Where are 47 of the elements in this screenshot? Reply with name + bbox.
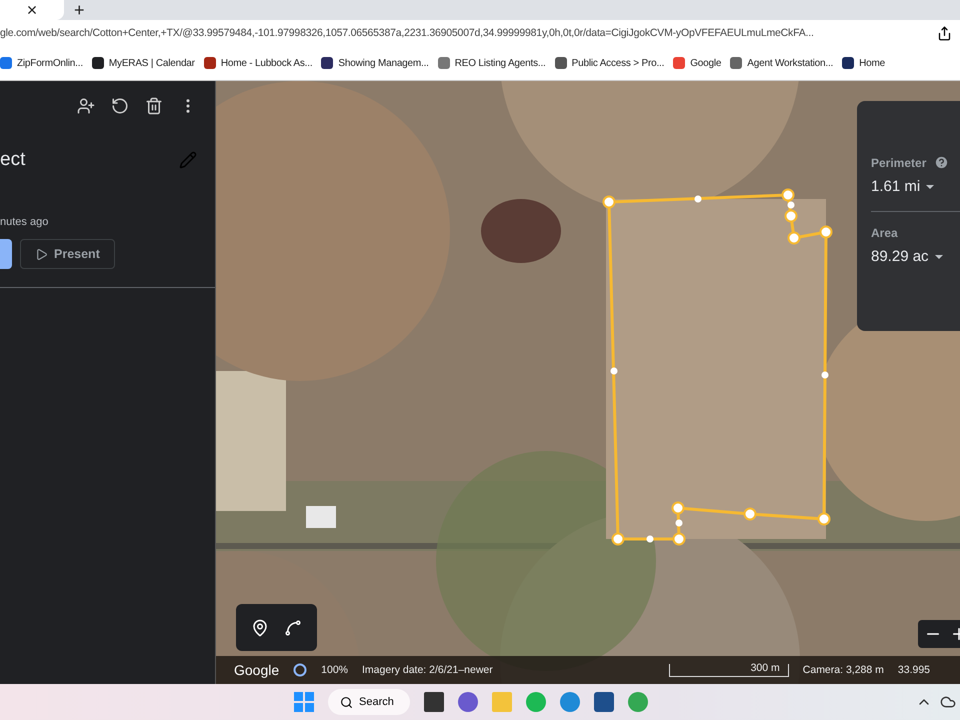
help-icon[interactable] (934, 155, 950, 170)
bookmark-link[interactable]: Home (842, 57, 885, 69)
bookmark-favicon-icon (438, 57, 450, 69)
path-line-icon[interactable] (284, 618, 302, 636)
bookmark-favicon-icon (0, 57, 12, 69)
perimeter-label: Perimeter (871, 156, 926, 170)
bookmark-favicon-icon (730, 57, 742, 69)
opacity-text: 100% (321, 664, 348, 676)
close-tab-button[interactable]: × (26, 0, 38, 20)
bookmark-favicon-icon (321, 57, 334, 69)
opacity-ring-icon[interactable] (293, 663, 308, 677)
bookmark-link[interactable]: MyERAS | Calendar (92, 57, 195, 69)
coordinates-text: 33.995 (898, 664, 930, 676)
bookmark-link[interactable]: REO Listing Agents... (438, 57, 546, 69)
windows-start-icon[interactable] (294, 692, 314, 712)
present-button[interactable]: Present (20, 239, 115, 269)
last-edited-text: nutes ago (0, 216, 50, 228)
cloud-icon[interactable] (940, 694, 956, 710)
bookmark-favicon-icon (204, 57, 216, 69)
add-person-icon[interactable] (77, 97, 95, 115)
undo-icon[interactable] (111, 97, 129, 115)
area-value-dropdown[interactable]: 89.29 ac (871, 248, 960, 265)
play-icon (35, 248, 48, 260)
delete-icon[interactable] (145, 97, 163, 115)
bookmark-link[interactable]: Home - Lubbock As... (204, 57, 312, 69)
perimeter-value-dropdown[interactable]: 1.61 mi (871, 178, 960, 195)
bookmark-link[interactable]: Public Access > Pro... (554, 57, 664, 69)
bookmark-favicon-icon (673, 57, 686, 69)
bookmark-link[interactable]: ZipFormOnlin... (0, 57, 83, 69)
camera-altitude-text: Camera: 3,288 m (802, 664, 884, 676)
share-icon[interactable] (937, 26, 952, 40)
address-bar[interactable]: gle.com/web/search/Cotton+Center,+TX/@33.99579484,-101.97998326,1057.06565387a,2231.36905007d,34.99999981y,0h,0t,0r/data=CigiJgokCVM-yOpVFEFAEULmuLmeCkFA... (0, 27, 814, 39)
scale-bar: 300 m (668, 664, 789, 676)
bookmark-link[interactable]: Showing Managem... (321, 57, 429, 69)
bookmark-favicon-icon (92, 57, 104, 69)
project-title: ect (0, 149, 26, 171)
taskbar-search-button[interactable]: Search (328, 689, 410, 715)
imagery-date-text: Imagery date: 2/6/21–newer (362, 664, 493, 676)
bookmark-favicon-icon (842, 57, 854, 69)
bookmark-link[interactable]: Agent Workstation... (730, 57, 834, 69)
new-tab-button[interactable]: + (74, 0, 85, 20)
google-logo-text: Google (234, 662, 280, 678)
area-label: Area (871, 226, 899, 240)
bookmark-favicon-icon (554, 57, 567, 69)
map-pin-icon[interactable] (251, 618, 269, 636)
search-icon (340, 696, 353, 708)
bookmark-link[interactable]: Google (673, 57, 722, 69)
